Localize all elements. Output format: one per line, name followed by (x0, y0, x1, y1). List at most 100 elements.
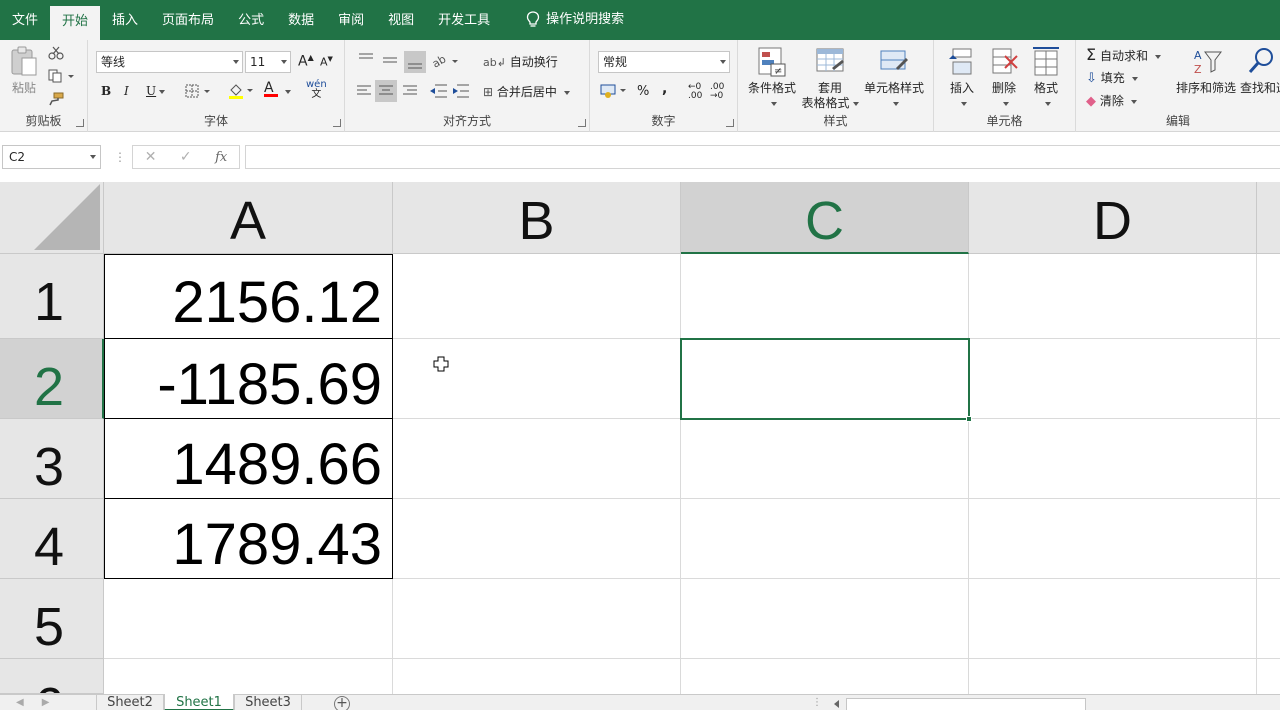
font-name-select[interactable]: 等线 (96, 51, 243, 73)
row-header-6[interactable]: 6 (0, 659, 104, 694)
conditional-formatting-button[interactable]: ≠ 条件格式 (746, 46, 798, 110)
borders-icon[interactable] (185, 84, 213, 98)
tab-home[interactable]: 开始 (50, 6, 101, 40)
chevron-down-icon (1002, 101, 1009, 106)
insert-function-button[interactable]: fx (215, 150, 227, 165)
editing-group-label: 编辑 (1165, 114, 1190, 128)
svg-text:A: A (1194, 49, 1202, 62)
format-cells-button[interactable]: 格式 (1026, 46, 1066, 110)
cut-icon[interactable] (48, 46, 64, 60)
column-header-e[interactable] (1257, 182, 1280, 254)
number-group-label: 数字 (651, 114, 676, 128)
comma-style-button[interactable]: , (662, 81, 667, 97)
font-launcher-icon[interactable] (333, 119, 341, 127)
row-header-2[interactable]: 2 (0, 339, 104, 419)
sheet-nav-arrows[interactable]: ◀▶ (16, 697, 67, 708)
cancel-icon[interactable]: ✕ (145, 149, 157, 165)
row-header-1[interactable]: 1 (0, 254, 104, 339)
underline-button[interactable]: U (146, 84, 166, 98)
chevron-down-icon (90, 155, 96, 159)
name-box[interactable]: C2 (2, 145, 101, 169)
indent-icon[interactable] (429, 82, 471, 100)
tab-developer[interactable]: 开发工具 (426, 0, 502, 40)
column-header-b[interactable]: B (393, 182, 681, 254)
chevron-down-icon (226, 52, 242, 72)
insert-cells-button[interactable]: 插入 (942, 46, 982, 110)
decrease-font-icon[interactable]: A▼ (320, 55, 333, 69)
insert-cells-label: 插入 (949, 81, 974, 95)
tab-splitter[interactable]: ⋮ (812, 697, 822, 708)
currency-icon[interactable] (600, 83, 632, 99)
formula-input[interactable] (245, 145, 1280, 169)
wrap-text-button[interactable]: ab↲ 自动换行 (483, 53, 558, 70)
horizontal-scrollbar[interactable] (830, 698, 1280, 710)
find-select-button[interactable]: 查找和选 (1240, 46, 1280, 96)
formula-bar: C2 ⋮ ✕ ✓ fx (0, 142, 1280, 172)
tab-data[interactable]: 数据 (276, 0, 326, 40)
paste-button[interactable]: 粘贴 (6, 46, 42, 96)
decrease-decimal-icon[interactable]: .00 →0 (710, 83, 724, 101)
increase-font-icon[interactable]: A▲ (298, 53, 314, 70)
align-top-icon[interactable] (357, 51, 427, 73)
align-left-icon[interactable] (355, 80, 425, 102)
sheet-tab-sheet1[interactable]: Sheet1 (164, 694, 234, 710)
row-header-3[interactable]: 3 (0, 419, 104, 499)
tab-view[interactable]: 视图 (376, 0, 426, 40)
autosum-button[interactable]: Σ 自动求和 (1086, 45, 1161, 64)
formula-bar-splitter[interactable]: ⋮ (114, 150, 126, 164)
number-format-value: 常规 (603, 55, 628, 69)
active-cell-c2[interactable] (680, 338, 972, 422)
tab-formulas[interactable]: 公式 (226, 0, 276, 40)
cell-a4[interactable]: 1789.43 (104, 498, 393, 579)
clipboard-launcher-icon[interactable] (76, 119, 84, 127)
scroll-left-icon[interactable] (834, 700, 839, 708)
increase-decimal-icon[interactable]: ←0.00 (688, 83, 702, 101)
cell-a2[interactable]: -1185.69 (104, 338, 393, 419)
sheet-tab-sheet2[interactable]: Sheet2 (96, 694, 164, 710)
number-launcher-icon[interactable] (726, 119, 734, 127)
copy-icon[interactable] (48, 69, 76, 83)
tab-page-layout[interactable]: 页面布局 (150, 0, 226, 40)
tab-review[interactable]: 审阅 (326, 0, 376, 40)
row-header-4[interactable]: 4 (0, 499, 104, 579)
italic-button[interactable]: I (124, 84, 129, 98)
column-header-c[interactable]: C (681, 182, 969, 254)
alignment-launcher-icon[interactable] (578, 119, 586, 127)
delete-cells-button[interactable]: 删除 (984, 46, 1024, 110)
sheet-tab-sheet3[interactable]: Sheet3 (234, 694, 302, 710)
orientation-icon[interactable]: ab (431, 52, 461, 70)
alignment-group: ab ab↲ 自动换行 ⊞ 合并后居中 对齐方式 (345, 40, 590, 132)
font-size-select[interactable]: 11 (245, 51, 291, 73)
fill-label: 填充 (1100, 71, 1125, 85)
row-header-5[interactable]: 5 (0, 579, 104, 659)
add-sheet-icon[interactable]: + (334, 696, 350, 710)
cell-a3[interactable]: 1489.66 (104, 418, 393, 499)
fill-color-icon[interactable] (228, 82, 256, 100)
column-header-d[interactable]: D (969, 182, 1257, 254)
sort-filter-button[interactable]: A Z 排序和筛选 (1174, 46, 1238, 96)
phonetic-guide-button[interactable]: wén 文 (306, 80, 327, 100)
cells-group: 插入 删除 格式 单元格 (934, 40, 1076, 132)
scrollbar-thumb[interactable] (846, 698, 1086, 710)
wrap-text-label: 自动换行 (509, 55, 558, 69)
percent-button[interactable]: % (637, 84, 649, 99)
fill-button[interactable]: ⇩ 填充 (1086, 69, 1138, 86)
column-header-a[interactable]: A (104, 182, 393, 254)
cell-styles-button[interactable]: 单元格样式 (862, 46, 926, 110)
cell-a1[interactable]: 2156.12 (104, 254, 393, 339)
format-as-table-button[interactable]: 套用 表格格式 (800, 46, 860, 111)
fill-handle[interactable] (966, 416, 972, 422)
ribbon: 粘贴 剪贴板 等线 11 A▲ A▼ B I U A wén 文 字体 ab a… (0, 40, 1280, 132)
tab-insert[interactable]: 插入 (100, 0, 150, 40)
merge-center-button[interactable]: ⊞ 合并后居中 (483, 83, 570, 100)
editing-group: Σ 自动求和 ⇩ 填充 ◆ 清除 A Z 排序和筛选 查找和选 编辑 (1076, 40, 1280, 132)
tab-file[interactable]: 文件 (0, 0, 50, 40)
select-all-button[interactable] (0, 182, 104, 254)
format-painter-icon[interactable] (48, 92, 64, 106)
bold-button[interactable]: B (101, 84, 111, 98)
enter-icon[interactable]: ✓ (180, 149, 192, 165)
tell-me-search[interactable]: 操作说明搜索 (514, 0, 636, 40)
number-format-select[interactable]: 常规 (598, 51, 730, 73)
font-color-icon[interactable]: A (264, 80, 278, 97)
clear-button[interactable]: ◆ 清除 (1086, 92, 1137, 109)
